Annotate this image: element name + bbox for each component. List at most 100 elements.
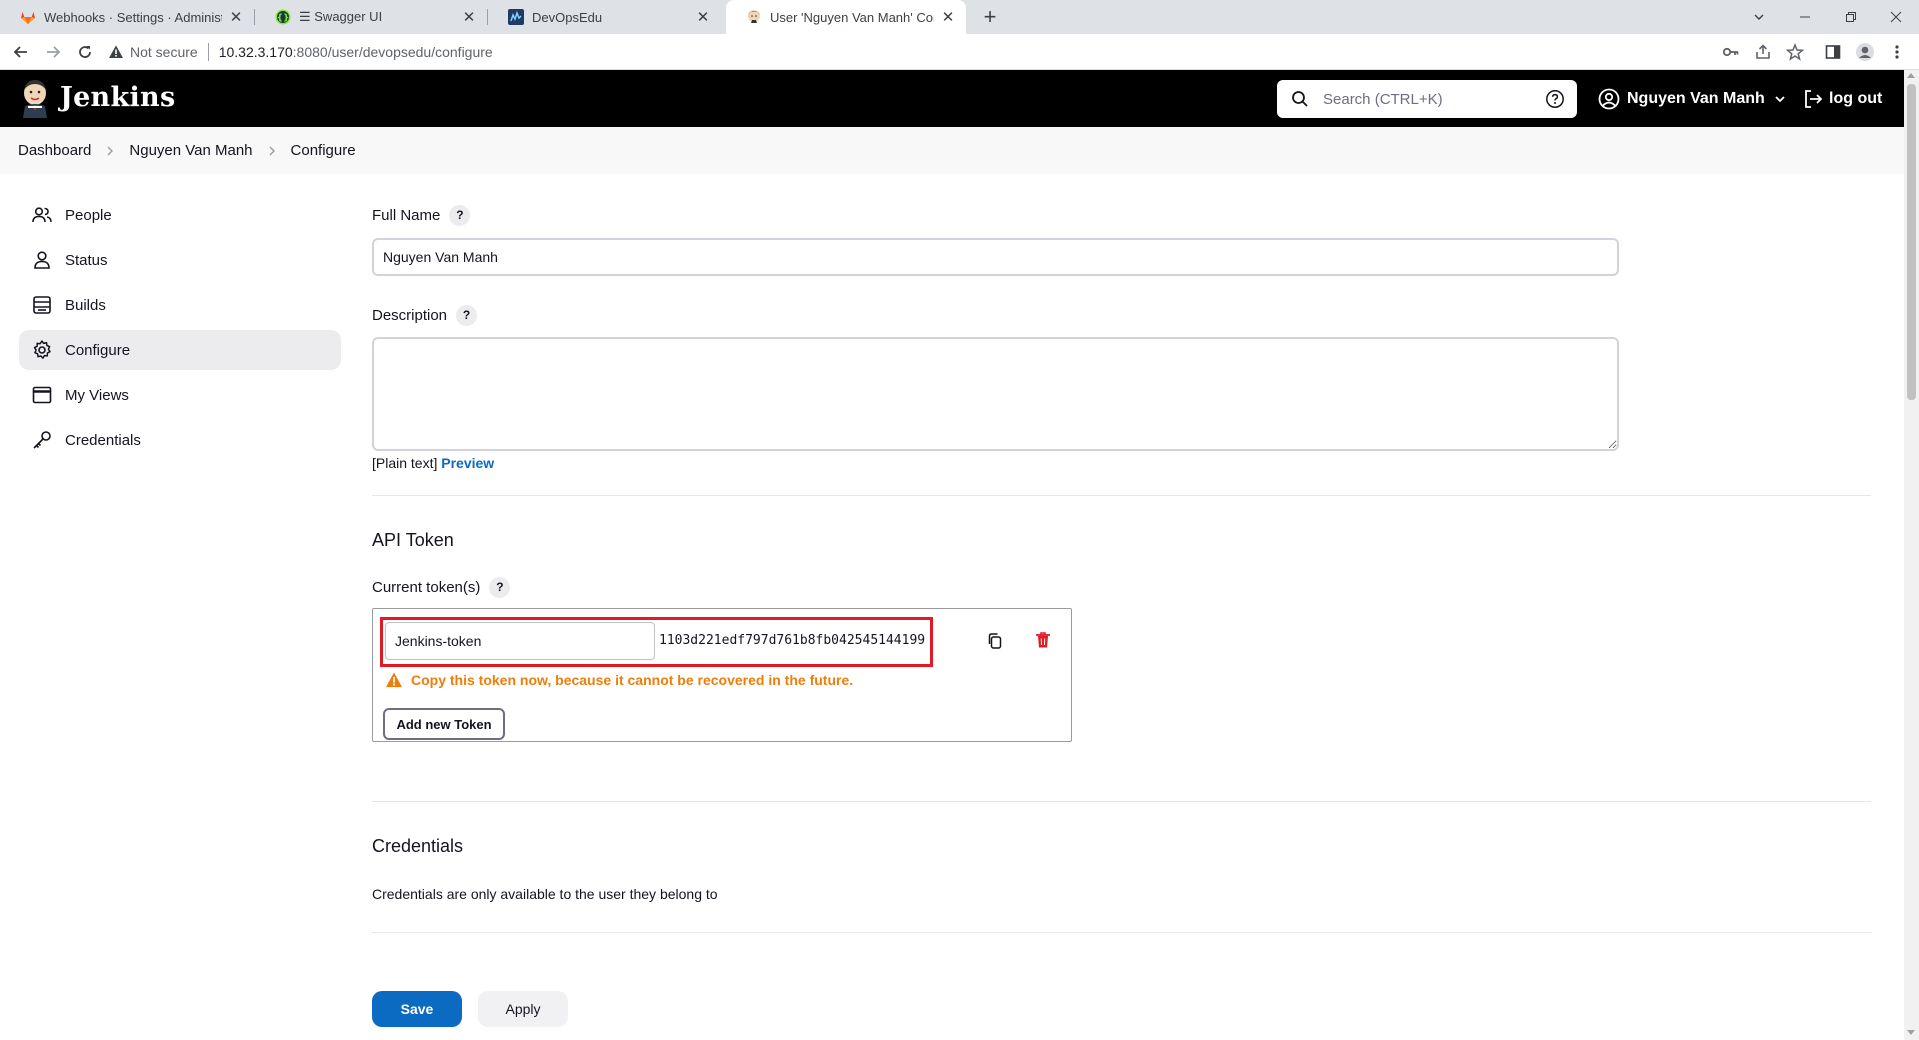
sidebar-item-credentials[interactable]: Credentials xyxy=(19,420,341,460)
close-icon[interactable]: ✕ xyxy=(940,9,956,26)
help-icon[interactable]: ? xyxy=(489,576,511,598)
arrow-right-icon xyxy=(47,46,61,58)
current-tokens-label: Current token(s) ? xyxy=(372,575,1872,599)
bookmark-button[interactable] xyxy=(1782,39,1808,65)
jenkins-icon xyxy=(746,9,762,25)
jenkins-logo-icon[interactable] xyxy=(18,78,52,118)
add-new-token-button[interactable]: Add new Token xyxy=(383,708,505,740)
browser-tab-swagger[interactable]: {} ☰ Swagger UI ✕ xyxy=(255,0,487,34)
reload-icon xyxy=(79,46,91,58)
restore-icon xyxy=(1846,12,1856,22)
browser-tab-jenkins-configure[interactable]: User 'Nguyen Van Manh' Configu ✕ xyxy=(726,0,966,34)
sidebar-item-my-views[interactable]: My Views xyxy=(19,375,341,415)
logout-label: log out xyxy=(1829,90,1883,107)
plain-text-label: [Plain text] xyxy=(372,455,438,471)
svg-text:{}: {} xyxy=(277,14,290,24)
breadcrumb-configure[interactable]: Configure xyxy=(291,142,356,159)
user-menu[interactable]: Nguyen Van Manh xyxy=(1598,84,1787,114)
warning-icon xyxy=(385,671,403,689)
bottom-action-bar: Save Apply xyxy=(0,970,1904,1040)
user-icon xyxy=(31,249,53,271)
sidebar-item-people[interactable]: People xyxy=(19,195,341,235)
sidebar-item-configure[interactable]: Configure xyxy=(19,330,341,370)
sidebar-item-builds[interactable]: Builds xyxy=(19,285,341,325)
copy-icon[interactable] xyxy=(985,631,1005,651)
url-path: :8080/user/devopsedu/configure xyxy=(292,44,493,60)
full-name-label: Full Name ? xyxy=(372,203,1872,227)
credentials-title: Credentials xyxy=(372,836,464,856)
gear-icon xyxy=(31,339,53,361)
close-icon xyxy=(1890,11,1902,23)
breadcrumb-dashboard[interactable]: Dashboard xyxy=(18,142,91,159)
scrollbar-thumb[interactable] xyxy=(1907,84,1916,400)
tab-title: User 'Nguyen Van Manh' Configu xyxy=(770,9,934,25)
logout-link[interactable]: log out xyxy=(1802,84,1882,114)
section-divider xyxy=(372,801,1871,802)
search-icon xyxy=(1291,90,1311,108)
reload-button[interactable] xyxy=(72,39,98,65)
minimize-button[interactable] xyxy=(1782,0,1828,34)
warning-icon xyxy=(109,45,123,58)
restore-button[interactable] xyxy=(1828,0,1874,34)
minimize-icon xyxy=(1800,16,1810,18)
side-panel-button[interactable] xyxy=(1820,39,1846,65)
new-tab-button[interactable]: + xyxy=(976,3,1004,31)
scroll-up-arrow-icon[interactable] xyxy=(1907,73,1915,78)
forward-button[interactable] xyxy=(40,39,66,65)
page-scrollbar[interactable] xyxy=(1904,70,1919,1040)
browser-tab-devopsedu[interactable]: DevOpsEdu ✕ xyxy=(488,0,721,34)
api-token-title: API Token xyxy=(372,530,454,550)
gitlab-icon xyxy=(20,9,36,25)
section-divider xyxy=(372,932,1871,933)
apply-button[interactable]: Apply xyxy=(478,991,568,1027)
logout-icon xyxy=(1802,88,1824,110)
description-textarea[interactable] xyxy=(372,337,1619,451)
key-icon xyxy=(1722,47,1739,57)
close-window-button[interactable] xyxy=(1873,0,1919,34)
password-key-button[interactable] xyxy=(1718,39,1744,65)
jenkins-brand[interactable]: Jenkins xyxy=(60,82,175,113)
help-icon[interactable]: ? xyxy=(456,304,478,326)
browser-tab-strip: Webhooks · Settings · Administra ✕ {} ☰ … xyxy=(0,0,1919,34)
help-circle-icon[interactable] xyxy=(1545,89,1565,109)
help-icon[interactable]: ? xyxy=(449,204,471,226)
save-button[interactable]: Save xyxy=(372,991,462,1027)
token-value: 1103d221edf797d761b8fb042545144199 xyxy=(659,633,926,648)
browser-menu-button[interactable] xyxy=(1884,39,1910,65)
kebab-menu-icon xyxy=(1895,45,1899,59)
chevron-right-icon xyxy=(105,145,115,157)
sidebar-item-label: My Views xyxy=(65,386,129,404)
omnibox-divider xyxy=(207,43,209,61)
close-icon[interactable]: ✕ xyxy=(228,9,244,26)
close-icon[interactable]: ✕ xyxy=(461,9,477,26)
token-name-input[interactable] xyxy=(385,622,655,660)
tab-search-button[interactable] xyxy=(1736,0,1782,34)
back-button[interactable] xyxy=(8,39,34,65)
browser-tab-gitlab[interactable]: Webhooks · Settings · Administra ✕ xyxy=(0,0,254,34)
address-bar[interactable]: Not secure 10.32.3.170:8080/user/devopse… xyxy=(108,38,1788,66)
search-box xyxy=(1277,80,1577,118)
devopsedu-icon xyxy=(508,9,524,25)
full-name-input[interactable] xyxy=(372,238,1619,276)
user-circle-icon xyxy=(1598,88,1620,110)
sidebar-item-label: People xyxy=(65,206,112,224)
section-divider xyxy=(372,495,1871,496)
star-icon xyxy=(1786,43,1804,61)
preview-link[interactable]: Preview xyxy=(441,455,494,471)
avatar-icon xyxy=(1856,43,1874,61)
chevron-down-icon xyxy=(1773,92,1787,106)
profile-button[interactable] xyxy=(1852,39,1878,65)
share-icon xyxy=(1756,44,1770,59)
sidebar-item-status[interactable]: Status xyxy=(19,240,341,280)
browser-toolbar: Not secure 10.32.3.170:8080/user/devopse… xyxy=(0,34,1919,70)
share-button[interactable] xyxy=(1750,39,1776,65)
scroll-down-arrow-icon[interactable] xyxy=(1907,1030,1915,1035)
tab-title: Webhooks · Settings · Administra xyxy=(44,9,222,25)
tab-title: DevOpsEdu xyxy=(532,9,603,25)
search-input[interactable] xyxy=(1323,90,1545,108)
close-icon[interactable]: ✕ xyxy=(695,9,711,26)
main-content: Full Name ? Description ? [Plain text] P… xyxy=(372,195,1872,933)
sidebar-item-label: Configure xyxy=(65,341,131,359)
breadcrumb-user[interactable]: Nguyen Van Manh xyxy=(129,142,252,159)
trash-icon[interactable] xyxy=(1033,630,1053,650)
